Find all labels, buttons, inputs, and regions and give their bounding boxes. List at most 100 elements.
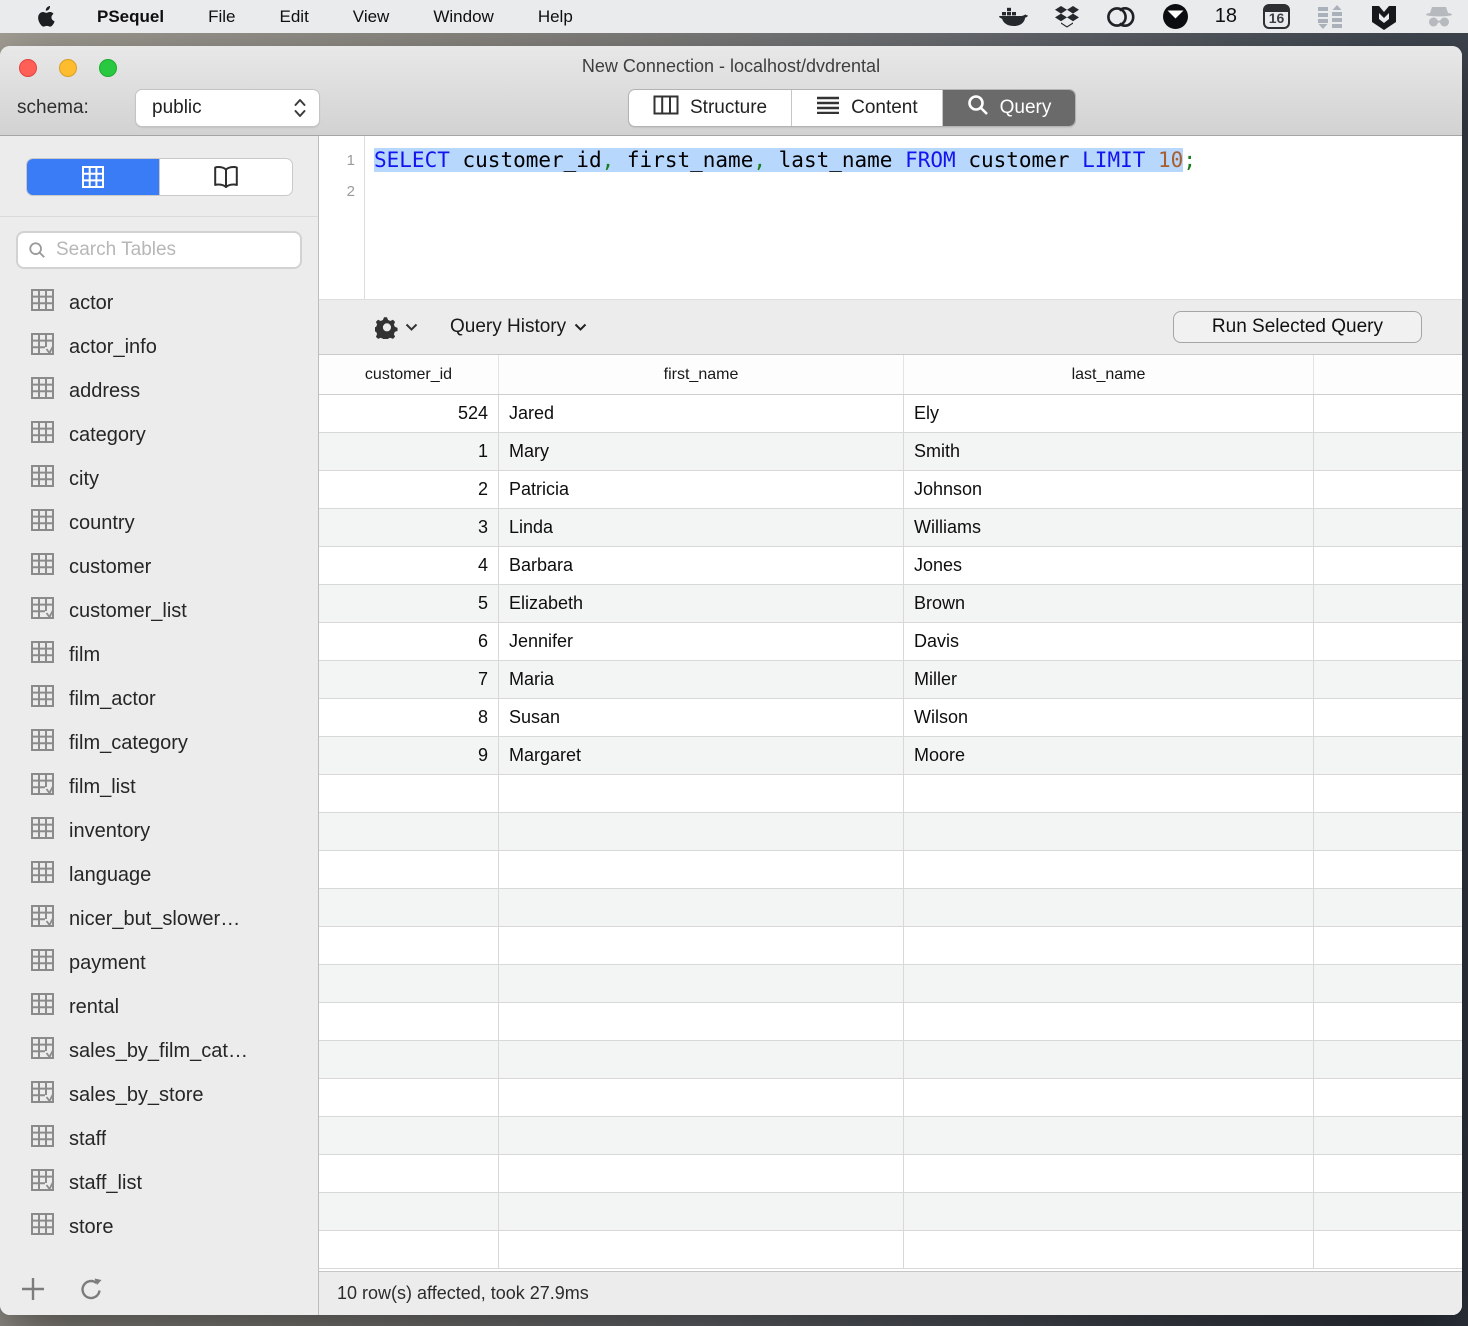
malwarebytes-icon[interactable] [1370, 4, 1398, 30]
table-row[interactable]: 8SusanWilson [319, 699, 1462, 737]
table-row[interactable]: 524JaredEly [319, 395, 1462, 433]
table-row[interactable]: 6JenniferDavis [319, 623, 1462, 661]
menu-app-name[interactable]: PSequel [97, 7, 164, 27]
menu-item-window[interactable]: Window [433, 7, 493, 27]
sidebar-item-nicer_but_slower[interactable]: nicer_but_slower… [0, 897, 318, 941]
sidebar-item-sales_by_store[interactable]: sales_by_store [0, 1073, 318, 1117]
table-row[interactable]: 2PatriciaJohnson [319, 471, 1462, 509]
table-row[interactable]: 9MargaretMoore [319, 737, 1462, 775]
cell-customer-id[interactable]: 1 [319, 433, 499, 470]
cell-first-name[interactable]: Barbara [499, 547, 904, 584]
cell-last-name[interactable]: Miller [904, 661, 1314, 698]
cell-first-name[interactable]: Margaret [499, 737, 904, 774]
cell-last-name[interactable]: Williams [904, 509, 1314, 546]
cell-last-name[interactable]: Davis [904, 623, 1314, 660]
cell-last-name[interactable]: Smith [904, 433, 1314, 470]
cell-first-name[interactable]: Elizabeth [499, 585, 904, 622]
cell-customer-id[interactable]: 7 [319, 661, 499, 698]
cell-customer-id[interactable]: 4 [319, 547, 499, 584]
sidebar-item-city[interactable]: city [0, 457, 318, 501]
tab-query[interactable]: Query [943, 90, 1076, 126]
add-table-button[interactable] [20, 1276, 46, 1307]
cell-last-name[interactable]: Moore [904, 737, 1314, 774]
sidebar-item-category[interactable]: category [0, 413, 318, 457]
cell-customer-id[interactable]: 524 [319, 395, 499, 432]
sidebar-item-staff_list[interactable]: staff_list [0, 1161, 318, 1205]
cell-customer-id[interactable]: 8 [319, 699, 499, 736]
table-icon [30, 508, 55, 538]
sidebar-item-film_category[interactable]: film_category [0, 721, 318, 765]
sidebar-item-rental[interactable]: rental [0, 985, 318, 1029]
column-header-last_name[interactable]: last_name [904, 355, 1314, 394]
dropbox-icon[interactable] [1054, 5, 1080, 29]
cell-customer-id[interactable]: 5 [319, 585, 499, 622]
cell-last-name[interactable]: Jones [904, 547, 1314, 584]
menu-item-edit[interactable]: Edit [280, 7, 309, 27]
sidebar-item-payment[interactable]: payment [0, 941, 318, 985]
sidebar-item-address[interactable]: address [0, 369, 318, 413]
sidebar-item-inventory[interactable]: inventory [0, 809, 318, 853]
table-row[interactable]: 3LindaWilliams [319, 509, 1462, 547]
query-history-button[interactable]: Query History [450, 316, 587, 338]
column-header-customer_id[interactable]: customer_id [319, 355, 499, 394]
tab-structure[interactable]: Structure [629, 90, 792, 126]
cell-first-name[interactable]: Patricia [499, 471, 904, 508]
incognito-icon[interactable] [1424, 5, 1454, 29]
column-header-first_name[interactable]: first_name [499, 355, 904, 394]
chevron-circle-icon[interactable] [1162, 3, 1189, 30]
table-row[interactable]: 1MarySmith [319, 433, 1462, 471]
table-row[interactable]: 4BarbaraJones [319, 547, 1462, 585]
sql-editor[interactable]: 12 SELECT customer_id, first_name, last_… [319, 136, 1462, 299]
refresh-button[interactable] [78, 1276, 104, 1307]
schema-select[interactable]: public [135, 89, 320, 127]
cell-last-name[interactable]: Johnson [904, 471, 1314, 508]
sidebar-item-film_actor[interactable]: film_actor [0, 677, 318, 721]
menubar-count-badge[interactable]: 18 [1215, 5, 1237, 28]
cell-empty [319, 1193, 499, 1230]
docker-icon[interactable] [998, 5, 1028, 29]
table-row[interactable]: 5ElizabethBrown [319, 585, 1462, 623]
sidebar-item-film_list[interactable]: film_list [0, 765, 318, 809]
sidebar: actoractor_infoaddresscategorycitycountr… [0, 136, 319, 1315]
cell-last-name[interactable]: Brown [904, 585, 1314, 622]
sidebar-item-actor[interactable]: actor [0, 281, 318, 325]
sidebar-item-language[interactable]: language [0, 853, 318, 897]
cell-customer-id[interactable]: 2 [319, 471, 499, 508]
apple-menu-icon[interactable] [36, 6, 55, 28]
sidebar-item-customer[interactable]: customer [0, 545, 318, 589]
table-row[interactable]: 7MariaMiller [319, 661, 1462, 699]
adobe-creative-cloud-icon[interactable] [1106, 6, 1136, 28]
cell-empty [1314, 1231, 1462, 1268]
sidebar-item-actor_info[interactable]: actor_info [0, 325, 318, 369]
cell-last-name[interactable]: Wilson [904, 699, 1314, 736]
cell-first-name[interactable]: Susan [499, 699, 904, 736]
cell-customer-id[interactable]: 9 [319, 737, 499, 774]
sidebar-item-sales_by_film_cat[interactable]: sales_by_film_cat… [0, 1029, 318, 1073]
menu-item-view[interactable]: View [353, 7, 390, 27]
search-tables-field[interactable] [16, 231, 302, 269]
sidebar-item-staff[interactable]: staff [0, 1117, 318, 1161]
sidebar-item-country[interactable]: country [0, 501, 318, 545]
menu-item-help[interactable]: Help [538, 7, 573, 27]
cell-first-name[interactable]: Mary [499, 433, 904, 470]
run-selected-query-button[interactable]: Run Selected Query [1173, 311, 1422, 343]
calendar-icon[interactable]: 16 [1263, 4, 1290, 29]
sidebar-tab-tables[interactable] [27, 159, 160, 195]
cell-customer-id[interactable]: 6 [319, 623, 499, 660]
cell-first-name[interactable]: Jared [499, 395, 904, 432]
cell-customer-id[interactable]: 3 [319, 509, 499, 546]
query-options-button[interactable] [375, 315, 418, 339]
cell-first-name[interactable]: Maria [499, 661, 904, 698]
sidebar-item-film[interactable]: film [0, 633, 318, 677]
sidebar-tab-bookmarks[interactable] [160, 159, 292, 195]
cell-empty [1314, 623, 1462, 660]
search-input[interactable] [54, 238, 290, 262]
tab-content[interactable]: Content [792, 90, 943, 126]
cell-last-name[interactable]: Ely [904, 395, 1314, 432]
cell-first-name[interactable]: Linda [499, 509, 904, 546]
cell-first-name[interactable]: Jennifer [499, 623, 904, 660]
menu-item-file[interactable]: File [208, 7, 235, 27]
sidebar-item-store[interactable]: store [0, 1205, 318, 1249]
sidebar-item-customer_list[interactable]: customer_list [0, 589, 318, 633]
istat-bars-icon[interactable] [1316, 4, 1344, 30]
